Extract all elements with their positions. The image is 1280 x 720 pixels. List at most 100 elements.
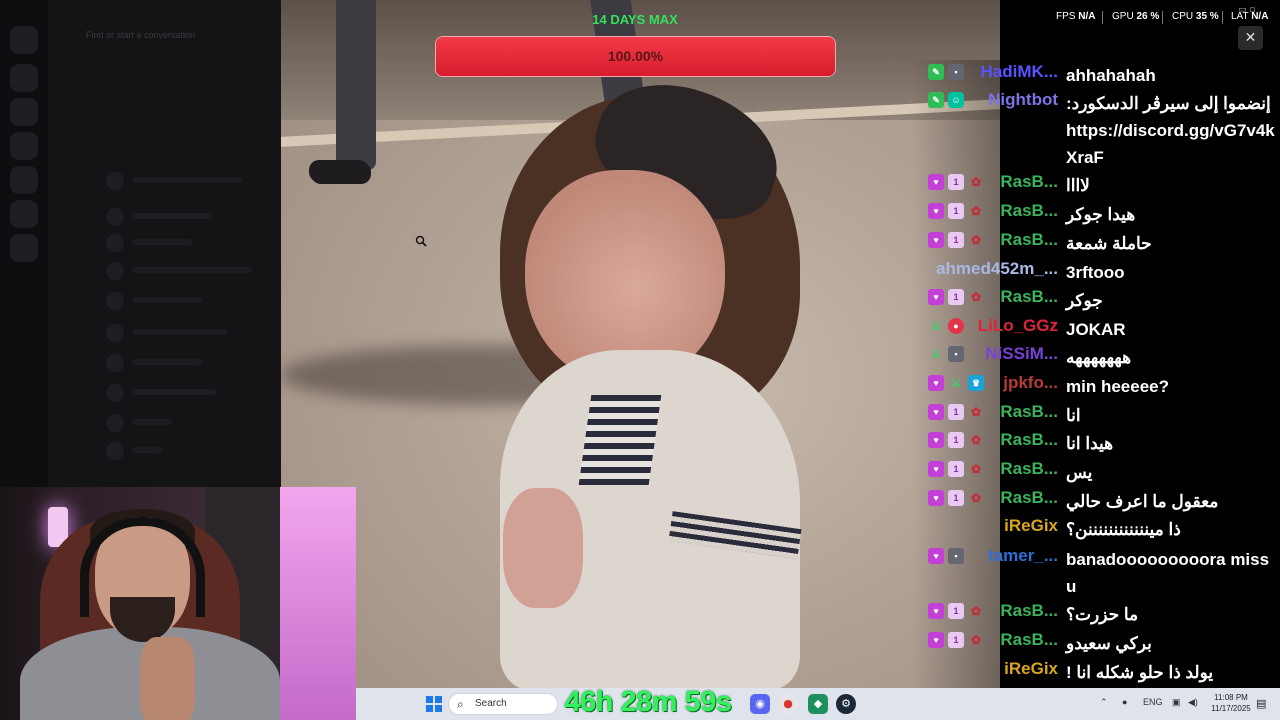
app-icon[interactable]: ◆ [808, 694, 828, 714]
chat-message-text: هيدا انا [1066, 434, 1114, 453]
discord-icon[interactable]: ◉ [750, 694, 770, 714]
chat-username[interactable]: RasB... [926, 230, 1058, 250]
screen: Find or start a conversation 14 DAYS MAX… [0, 0, 1280, 720]
chat-message-text: banadooooooooora miss u [1066, 550, 1270, 596]
gpu-readout: GPU 26 % [1112, 11, 1160, 22]
chat-message: ahmed452m_... 3rftooo [926, 259, 1276, 289]
dm-item[interactable] [106, 440, 306, 462]
chat-message-text: جوكر [1066, 291, 1103, 310]
volume-icon[interactable]: ◀) [1188, 697, 1198, 708]
windows-start-icon[interactable] [426, 696, 442, 712]
dm-item[interactable] [106, 260, 306, 282]
chat-message: ♥ 1 ✿ RasB... انا [926, 402, 1276, 432]
dm-item[interactable] [106, 170, 306, 192]
background-chat-app: Find or start a conversation [0, 0, 282, 487]
network-icon[interactable]: ▣ [1172, 697, 1181, 708]
chat-username[interactable]: RasB... [926, 630, 1058, 650]
chat-message: ⚔ ● LiLo_GGz JOKAR [926, 316, 1276, 346]
chat-username[interactable]: RasB... [926, 201, 1058, 221]
dm-item[interactable] [106, 322, 306, 344]
dm-item[interactable] [106, 412, 306, 434]
notification-icon[interactable]: ▤ [1256, 697, 1266, 710]
chat-message: ✎ ▪ HadiMK... ahhahahah [926, 62, 1276, 92]
dm-item[interactable] [106, 352, 306, 374]
server-icon[interactable] [10, 234, 38, 262]
fps-readout: FPS N/A [1056, 11, 1096, 22]
dm-item[interactable] [106, 232, 306, 254]
chat-message: iReGix يولد ذا حلو شكله انا ! [926, 659, 1276, 689]
chat-message-text: معقول ما اعرف حالي [1066, 492, 1219, 511]
chat-username[interactable]: RasB... [926, 459, 1058, 479]
chat-username[interactable]: RasB... [926, 601, 1058, 621]
search-icon: ⌕ [457, 697, 464, 711]
chat-message: ♥ 1 ✿ RasB... معقول ما اعرف حالي [926, 488, 1276, 518]
dm-item[interactable] [106, 382, 306, 404]
shared-photo [281, 0, 1000, 690]
chat-message: ♥ 1 ✿ RasB... هيدا انا [926, 430, 1276, 460]
chat-username[interactable]: LiLo_GGz [926, 316, 1058, 336]
server-icon[interactable] [10, 166, 38, 194]
cpu-readout: CPU 35 % [1172, 11, 1219, 22]
chat-message: ♥ 1 ✿ RasB... يس [926, 459, 1276, 489]
chat-username[interactable]: RasB... [926, 172, 1058, 192]
chat-message-text: ahhahahah [1066, 66, 1156, 85]
chat-username[interactable]: iReGix [926, 516, 1058, 536]
server-icon[interactable] [10, 200, 38, 228]
steam-icon[interactable]: ⚙ [836, 694, 856, 714]
chat-message: ⚔ ▪ NiSSiM... هههههههه [926, 344, 1276, 374]
server-icon[interactable] [10, 64, 38, 92]
conversation-search[interactable]: Find or start a conversation [86, 30, 276, 48]
window-controls[interactable]: ▭ ▫ [1238, 5, 1255, 15]
goal-progress-text: 100.00% [607, 48, 664, 64]
chat-message-text: 3rftooo [1066, 263, 1125, 282]
chat-username[interactable]: NiSSiM... [926, 344, 1058, 364]
chat-message: ♥ 1 ✿ RasB... ما حزرت؟ [926, 601, 1276, 631]
stream-timer: 46h 28m 59s [564, 686, 732, 718]
chat-message-text: انا [1066, 406, 1081, 425]
chat-message-text: ذا ميننننننننننننن؟ [1066, 520, 1181, 539]
chat-username[interactable]: HadiMK... [926, 62, 1058, 82]
webcam-feed [0, 487, 356, 720]
chrome-icon[interactable]: ● [778, 694, 798, 714]
chat-username[interactable]: jpkfo... [926, 373, 1058, 393]
chat-message: ♥ ▪ tamer_... banadooooooooora miss u [926, 546, 1276, 596]
language-indicator[interactable]: ENG [1143, 697, 1163, 707]
chat-message-text: حاملة شمعة [1066, 234, 1152, 253]
chat-username[interactable]: RasB... [926, 488, 1058, 508]
server-icon[interactable] [10, 98, 38, 126]
chat-message-text: يس [1066, 463, 1093, 482]
dm-list [48, 0, 282, 487]
system-clock[interactable]: 11:08 PM 11/17/2025 [1207, 692, 1255, 714]
goal-progress-bar: 100.00% [435, 36, 836, 77]
dm-item[interactable] [106, 206, 306, 228]
chat-message: iReGix ذا ميننننننننننننن؟ [926, 516, 1276, 546]
chat-message: ♥ 1 ✿ RasB... هيدا جوكر [926, 201, 1276, 231]
chat-username[interactable]: iReGix [926, 659, 1058, 679]
chat-username[interactable]: RasB... [926, 287, 1058, 307]
dm-item[interactable] [106, 290, 306, 312]
chat-message-text: بركي سعيدو [1066, 634, 1152, 653]
magnifier-cursor-icon [415, 235, 427, 247]
chat-message: ♥ 1 ✿ RasB... جوكر [926, 287, 1276, 317]
server-icon[interactable] [10, 26, 38, 54]
chat-message-text: إنضموا إلى سيرڤر الدسكورد: https://disco… [1066, 94, 1275, 167]
chat-message-text: ما حزرت؟ [1066, 605, 1139, 624]
goal-title: 14 DAYS MAX [592, 12, 678, 27]
tray-expand-icon[interactable]: ⌃ [1100, 697, 1108, 708]
chat-username[interactable]: ahmed452m_... [926, 259, 1058, 279]
taskbar-search[interactable]: ⌕ Search [448, 693, 558, 715]
chat-username[interactable]: Nightbot [926, 90, 1058, 110]
chat-username[interactable]: RasB... [926, 402, 1058, 422]
microphone-icon[interactable]: ● [1122, 697, 1127, 707]
server-icon[interactable] [10, 132, 38, 160]
chat-message: ♥ 1 ✿ RasB... بركي سعيدو [926, 630, 1276, 660]
close-button[interactable]: ✕ [1238, 26, 1263, 50]
chat-message: ♥ 1 ✿ RasB... لاااا [926, 172, 1276, 202]
chat-username[interactable]: RasB... [926, 430, 1058, 450]
chat-message: ♥ 1 ✿ RasB... حاملة شمعة [926, 230, 1276, 260]
chat-message-text: يولد ذا حلو شكله انا ! [1066, 663, 1214, 682]
chat-username[interactable]: tamer_... [926, 546, 1058, 566]
chat-message-text: JOKAR [1066, 320, 1126, 339]
chat-message-text: min heeeee? [1066, 377, 1169, 396]
chat-message: ♥ ⚔ ♛ jpkfo... min heeeee? [926, 373, 1276, 403]
